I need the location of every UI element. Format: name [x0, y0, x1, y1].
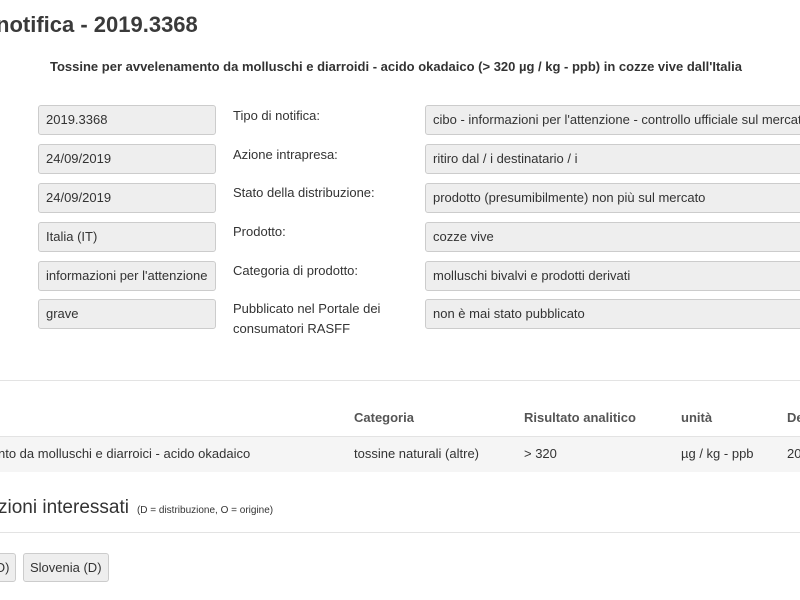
col-header-unit: unità [681, 410, 713, 425]
countries-heading-text: zioni interessati [0, 497, 129, 518]
notification-type-label: Tipo di notifica: [233, 108, 320, 123]
notification-subject: Tossine per avvelenamento da molluschi e… [50, 59, 742, 74]
product-category-field: molluschi bivalvi e prodotti derivati [425, 261, 800, 291]
action-taken-field: ritiro dal / i destinatario / i [425, 144, 800, 174]
divider [0, 380, 800, 381]
consumer-portal-field: non è mai stato pubblicato [425, 299, 800, 329]
result-cell: > 320 [524, 446, 557, 461]
distribution-status-label: Stato della distribuzione: [233, 185, 375, 200]
date-cell: 20 [787, 446, 800, 461]
country-badge-origin[interactable]: O) [0, 553, 17, 582]
distribution-status-field: prodotto (presumibilmente) non più sul m… [425, 183, 800, 213]
risk-decision-field: grave [38, 299, 216, 329]
col-header-result: Risultato analitico [524, 410, 636, 425]
countries-heading: zioni interessati (D = distribuzione, O =… [0, 497, 273, 519]
notification-date-field: 24/09/2019 [38, 144, 216, 174]
page-title: notifica - 2019.3368 [0, 12, 198, 37]
notifying-country-field: Italia (IT) [38, 222, 216, 252]
consumer-portal-label: Pubblicato nel Portale dei consumatori R… [233, 301, 381, 336]
country-badge-slovenia[interactable]: Slovenia (D) [23, 553, 109, 582]
notification-page: notifica - 2019.3368 Tossine per avvelen… [0, 0, 800, 600]
notification-type-field: cibo - informazioni per l'attenzione - c… [425, 105, 800, 135]
product-field: cozze vive [425, 222, 800, 252]
countries-legend-note: (D = distribuzione, O = origine) [136, 505, 274, 516]
classification-field: informazioni per l'attenzione [38, 261, 216, 291]
product-category-label: Categoria di prodotto: [233, 263, 359, 278]
col-header-date: De [787, 410, 800, 425]
hazard-cell: nto da molluschi e diarroici - acido oka… [0, 446, 251, 461]
unit-cell: µg / kg - ppb [681, 446, 754, 461]
reference-field: 2019.3368 [38, 105, 216, 135]
divider [0, 532, 800, 533]
last-update-field: 24/09/2019 [38, 183, 216, 213]
product-label: Prodotto: [233, 224, 286, 239]
action-taken-label: Azione intrapresa: [233, 147, 338, 162]
category-cell: tossine naturali (altre) [354, 446, 479, 461]
col-header-category: Categoria [354, 410, 414, 425]
